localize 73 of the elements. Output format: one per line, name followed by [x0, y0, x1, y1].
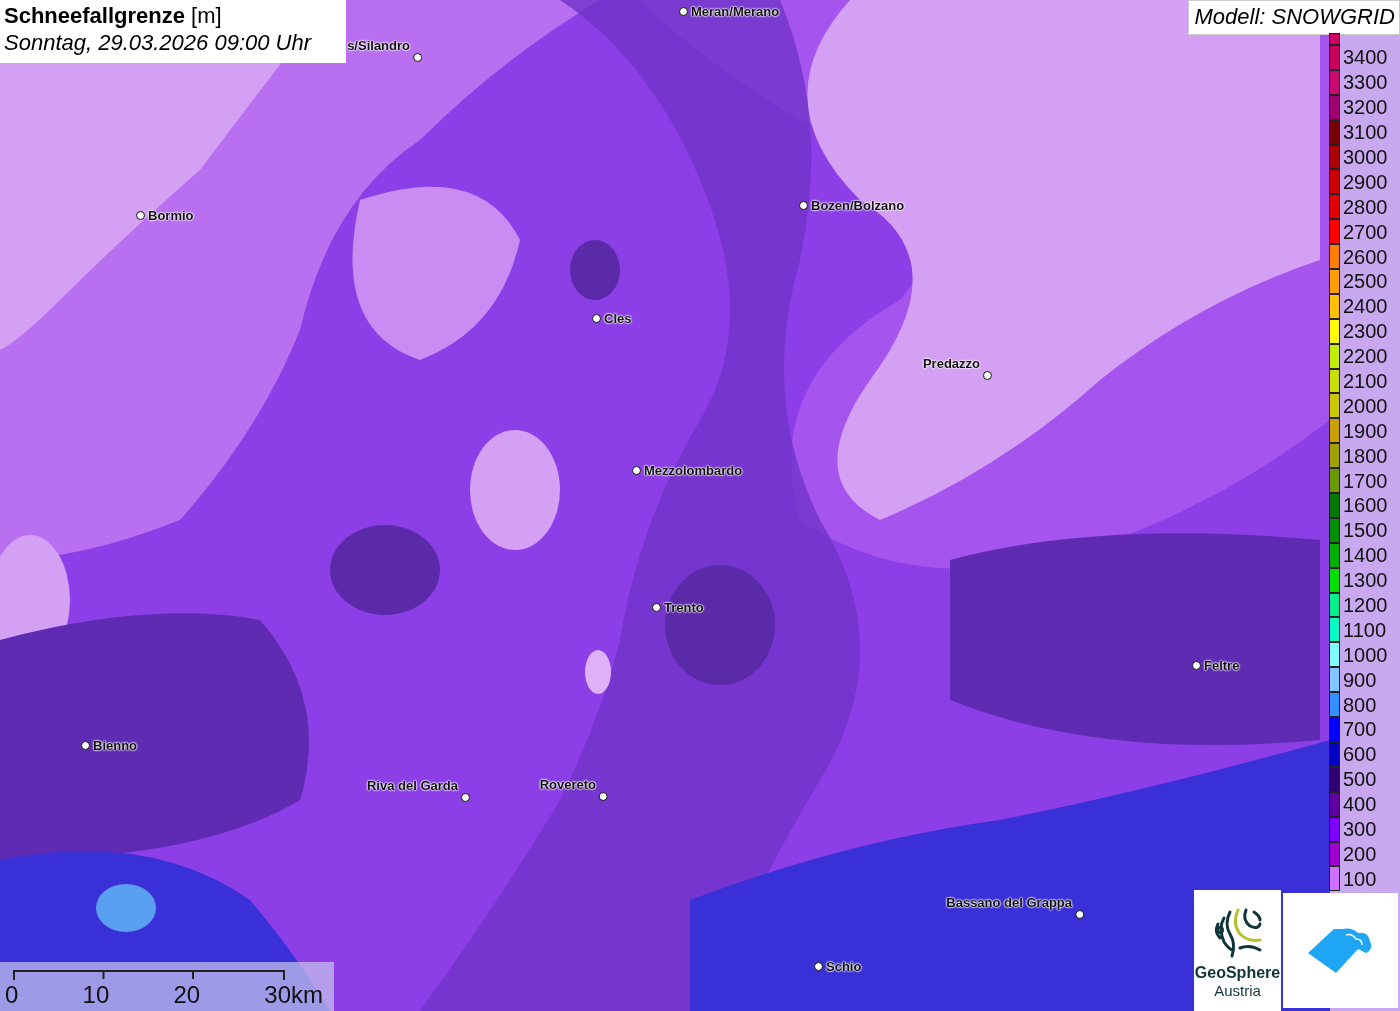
legend-value: 400: [1342, 792, 1377, 817]
legend-value: 700: [1342, 717, 1377, 742]
legend-value: 1400: [1342, 543, 1388, 568]
city-marker-icon: [592, 314, 601, 323]
city-marker-icon: [799, 201, 808, 210]
model-label: Modell: SNOWGRID: [1187, 0, 1400, 35]
legend-value: 800: [1342, 692, 1377, 717]
legend-value: 1700: [1342, 468, 1388, 493]
legend-value: 2700: [1342, 219, 1388, 244]
city-label: s/Silandro: [347, 38, 410, 53]
city-marker-icon: [814, 962, 823, 971]
city-marker-icon: [652, 603, 661, 612]
legend-value: 2600: [1342, 244, 1388, 269]
scale-label: 20: [173, 981, 201, 1009]
legend-value: 3400: [1342, 45, 1388, 70]
legend-value: 2500: [1342, 269, 1388, 294]
legend-value: 2100: [1342, 369, 1388, 393]
legend-value: 300: [1342, 817, 1377, 842]
city-marker-icon: [136, 211, 145, 220]
city-label: Meran/Merano: [691, 4, 780, 19]
city-marker-icon: [632, 466, 641, 475]
legend-value: 1600: [1342, 493, 1388, 518]
legend-value: 600: [1342, 742, 1377, 767]
city-marker-icon: [679, 7, 688, 16]
legend-value: 2200: [1342, 344, 1388, 369]
city-label: Trento: [664, 600, 704, 615]
city-label: Mezzolombardo: [644, 463, 743, 478]
legend-value: 2000: [1342, 393, 1388, 418]
legend-value: 1200: [1342, 593, 1388, 618]
city-marker-icon: [413, 53, 422, 62]
legend-value: 3100: [1342, 120, 1388, 145]
city-label: Cles: [604, 311, 632, 326]
legend-value: 900: [1342, 667, 1377, 692]
legend-value: 1900: [1342, 418, 1388, 443]
city-marker-icon: [983, 371, 992, 380]
city-label: Bormio: [148, 208, 194, 223]
legend-value: 2900: [1342, 169, 1388, 194]
legend-value: 2400: [1342, 294, 1388, 319]
city-label: Feltre: [1204, 658, 1240, 673]
legend-value: 2800: [1342, 194, 1388, 219]
legend-value: 1100: [1342, 617, 1386, 642]
legend-value: 3000: [1342, 145, 1388, 169]
legend-value: 100: [1342, 866, 1377, 891]
map-title: Schneefallgrenze [m]: [4, 3, 223, 29]
mountain-cloud-icon: [1307, 926, 1374, 975]
city-marker-icon: [1075, 910, 1084, 919]
city-label: Riva del Garda: [366, 778, 458, 793]
city-label: Schio: [826, 959, 862, 974]
city-label: Bienno: [93, 738, 138, 753]
logo-subtitle: Austria: [1214, 982, 1261, 999]
city-marker-icon: [599, 792, 608, 801]
scale-label: 0: [5, 981, 19, 1009]
logo-name: GeoSphere: [1194, 964, 1281, 982]
city-label: Rovereto: [539, 777, 596, 792]
legend-value: 3200: [1342, 95, 1388, 120]
city-label: Bozen/Bolzano: [811, 198, 905, 213]
legend-value: 2300: [1342, 319, 1388, 344]
scale-label: 10: [82, 981, 110, 1009]
map-date: Sonntag, 29.03.2026 09:00 Uhr: [4, 29, 313, 57]
city-marker-icon: [1192, 661, 1201, 670]
legend-value: 1800: [1342, 443, 1388, 468]
legend-value: 1500: [1342, 518, 1388, 543]
legend-swatch: [1329, 33, 1340, 45]
city-label: Predazzo: [922, 356, 980, 371]
legend-value: 1000: [1342, 642, 1388, 667]
legend-value: 3300: [1342, 70, 1388, 95]
scale-label: 30km: [264, 981, 323, 1009]
city-label: Bassano del Grappa: [946, 895, 1072, 910]
legend-value: 500: [1342, 767, 1377, 792]
legend-value: 1300: [1342, 568, 1388, 593]
city-marker-icon: [81, 741, 90, 750]
city-marker-icon: [461, 793, 470, 802]
legend-value: 200: [1342, 841, 1377, 866]
